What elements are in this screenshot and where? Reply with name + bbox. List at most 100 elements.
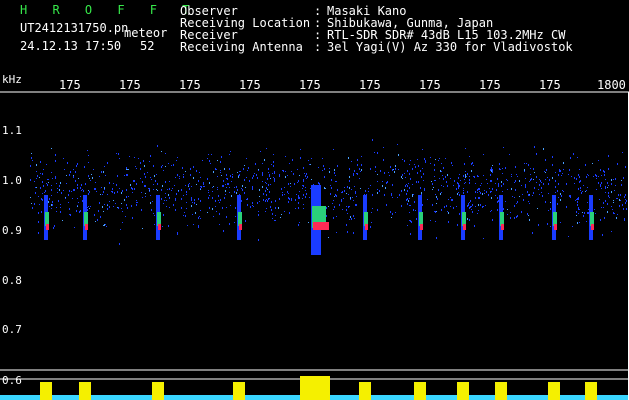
- noise-pixel: [502, 168, 503, 169]
- noise-pixel: [577, 157, 578, 158]
- noise-pixel: [442, 175, 443, 176]
- noise-pixel: [136, 204, 137, 206]
- noise-pixel: [582, 191, 583, 192]
- noise-pixel: [313, 184, 314, 185]
- noise-pixel: [236, 192, 237, 194]
- noise-pixel: [407, 198, 408, 200]
- echo-peak: [591, 224, 594, 230]
- noise-pixel: [271, 164, 272, 165]
- noise-pixel: [217, 176, 218, 177]
- noise-pixel: [278, 207, 279, 209]
- noise-pixel: [257, 202, 258, 204]
- noise-pixel: [227, 178, 228, 180]
- noise-pixel: [266, 208, 267, 209]
- noise-pixel: [153, 184, 154, 185]
- noise-pixel: [62, 220, 63, 221]
- noise-pixel: [219, 224, 220, 225]
- noise-pixel: [604, 174, 605, 176]
- noise-pixel: [115, 203, 116, 204]
- noise-pixel: [360, 188, 361, 189]
- meteor-echoes: [44, 185, 594, 255]
- noise-pixel: [392, 197, 393, 198]
- noise-pixel: [430, 220, 431, 221]
- noise-pixel: [113, 183, 114, 184]
- noise-pixel: [524, 163, 525, 164]
- noise-pixel: [145, 196, 146, 197]
- noise-pixel: [613, 179, 614, 180]
- noise-pixel: [31, 203, 32, 204]
- echo-core: [462, 212, 466, 226]
- noise-pixel: [409, 187, 410, 189]
- noise-pixel: [279, 198, 280, 200]
- noise-pixel: [189, 183, 190, 184]
- noise-pixel: [529, 194, 530, 195]
- noise-pixel: [226, 178, 227, 179]
- noise-pixel: [285, 176, 286, 178]
- noise-pixel: [583, 215, 584, 217]
- noise-pixel: [541, 182, 542, 183]
- noise-pixel: [448, 199, 449, 200]
- noise-pixel: [188, 184, 189, 186]
- noise-pixel: [457, 182, 458, 184]
- noise-pixel: [100, 194, 101, 195]
- noise-pixel: [247, 198, 248, 200]
- noise-pixel: [95, 182, 96, 183]
- noise-pixel: [514, 197, 515, 198]
- noise-pixel: [447, 185, 448, 187]
- noise-pixel: [196, 184, 197, 185]
- noise-pixel: [298, 195, 299, 197]
- noise-pixel: [179, 178, 180, 179]
- noise-pixel: [336, 232, 337, 233]
- noise-pixel: [88, 162, 89, 163]
- noise-pixel: [528, 194, 529, 196]
- noise-pixel: [142, 197, 143, 198]
- noise-pixel: [375, 171, 376, 172]
- noise-pixel: [443, 186, 444, 187]
- noise-pixel: [459, 213, 460, 215]
- noise-pixel: [118, 207, 119, 209]
- noise-pixel: [176, 160, 177, 161]
- noise-pixel: [487, 183, 488, 184]
- noise-pixel: [600, 185, 601, 187]
- noise-pixel: [478, 188, 479, 190]
- noise-pixel: [482, 206, 483, 208]
- noise-pixel: [126, 204, 127, 206]
- noise-pixel: [542, 195, 543, 197]
- noise-pixel: [477, 189, 478, 191]
- noise-pixel: [79, 211, 80, 213]
- noise-pixel: [350, 197, 351, 199]
- noise-pixel: [415, 166, 416, 168]
- noise-pixel: [295, 208, 296, 209]
- noise-pixel: [475, 191, 476, 193]
- noise-pixel: [128, 196, 129, 197]
- noise-pixel: [549, 179, 550, 181]
- noise-pixel: [213, 186, 214, 187]
- noise-pixel: [126, 196, 127, 198]
- noise-pixel: [459, 185, 460, 187]
- noise-pixel: [303, 181, 304, 182]
- noise-pixel: [370, 168, 371, 170]
- noise-pixel: [136, 200, 137, 201]
- noise-pixel: [56, 211, 57, 212]
- noise-pixel: [69, 174, 70, 176]
- noise-pixel: [456, 206, 457, 207]
- noise-pixel: [511, 174, 512, 175]
- noise-pixel: [231, 181, 232, 182]
- noise-pixel: [215, 200, 216, 202]
- noise-pixel: [607, 182, 608, 184]
- noise-pixel: [355, 204, 356, 206]
- noise-pixel: [192, 214, 193, 215]
- level-bar: [585, 382, 597, 400]
- noise-pixel: [545, 159, 546, 161]
- noise-pixel: [587, 212, 588, 214]
- noise-pixel: [30, 165, 31, 167]
- noise-pixel: [293, 173, 294, 175]
- noise-pixel: [181, 207, 182, 209]
- noise-pixel: [562, 173, 563, 174]
- noise-pixel: [199, 172, 200, 173]
- noise-pixel: [127, 174, 128, 176]
- noise-pixel: [60, 211, 61, 213]
- noise-pixel: [191, 205, 192, 207]
- noise-pixel: [624, 220, 625, 221]
- noise-pixel: [386, 182, 387, 184]
